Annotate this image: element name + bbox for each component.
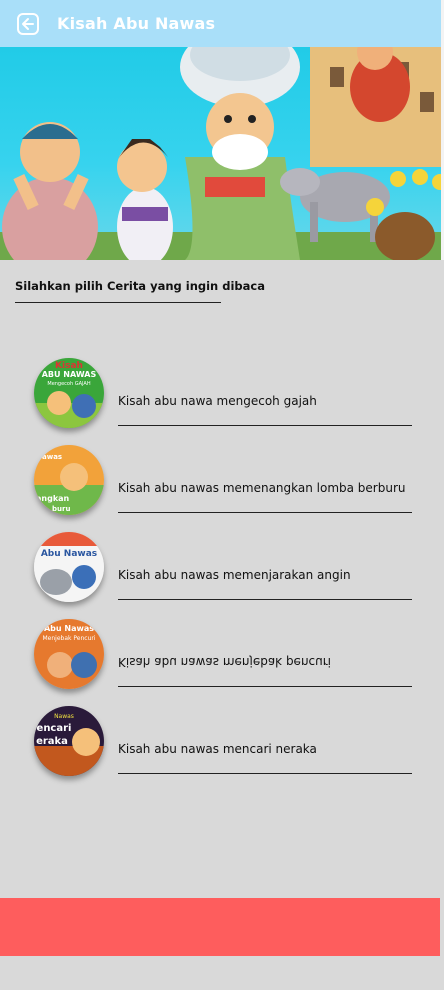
story-item[interactable]: awas angkan buru Kisah abu nawas memenan…: [0, 445, 444, 525]
story-item[interactable]: Abu Nawas Kisah abu nawas memenjarakan a…: [0, 532, 444, 612]
thumb-text: Mengecoh GAJAH: [47, 381, 90, 387]
story-thumbnail: Nawas encari eraka: [34, 706, 104, 776]
app-bar: Kisah Abu Nawas: [0, 0, 441, 47]
story-thumbnail: Kisah ABU NAWAS Mengecoh GAJAH: [34, 358, 104, 428]
thumb-text: Abu Nawas: [41, 549, 97, 559]
back-arrow-icon[interactable]: [17, 13, 39, 35]
thumb-text: Nawas: [54, 713, 74, 720]
thumb-text: Abu Nawas: [44, 624, 94, 633]
thumb-text: eraka: [36, 736, 68, 747]
story-thumbnail: Abu Nawas Menjebak Pencuri: [34, 619, 104, 689]
banner-image: [0, 47, 441, 260]
story-underline: [118, 512, 412, 513]
story-underline: [118, 599, 412, 600]
story-thumbnail: Abu Nawas: [34, 532, 104, 602]
story-title[interactable]: Kisah abu nawas mencari neraka: [118, 742, 317, 756]
thumb-text: ABU NAWAS: [42, 370, 97, 379]
story-item[interactable]: Abu Nawas Menjebak Pencuri Kisah abu naw…: [0, 619, 444, 699]
story-title[interactable]: Kisah abu nawas menjebak pencuri: [118, 655, 331, 669]
bottom-ad-banner[interactable]: [0, 898, 440, 956]
story-title[interactable]: Kisah abu nawas memenjarakan angin: [118, 568, 351, 582]
thumb-text: awas: [42, 453, 62, 461]
thumb-text: angkan: [36, 494, 70, 503]
section-prompt: Silahkan pilih Cerita yang ingin dibaca: [15, 279, 265, 293]
story-title[interactable]: Kisah abu nawa mengecoh gajah: [118, 394, 317, 408]
thumb-text: buru: [52, 505, 70, 513]
story-title[interactable]: Kisah abu nawas memenangkan lomba berbur…: [118, 481, 406, 495]
story-thumbnail: awas angkan buru: [34, 445, 104, 515]
story-underline: [118, 425, 412, 426]
page-title: Kisah Abu Nawas: [57, 14, 216, 33]
story-item[interactable]: Kisah ABU NAWAS Mengecoh GAJAH Kisah abu…: [0, 358, 444, 438]
story-underline: [118, 686, 412, 687]
story-item[interactable]: Nawas encari eraka Kisah abu nawas menca…: [0, 706, 444, 786]
prompt-underline: [15, 302, 221, 303]
thumb-text: Menjebak Pencuri: [42, 635, 95, 642]
thumb-text: encari: [37, 723, 72, 734]
story-underline: [118, 773, 412, 774]
